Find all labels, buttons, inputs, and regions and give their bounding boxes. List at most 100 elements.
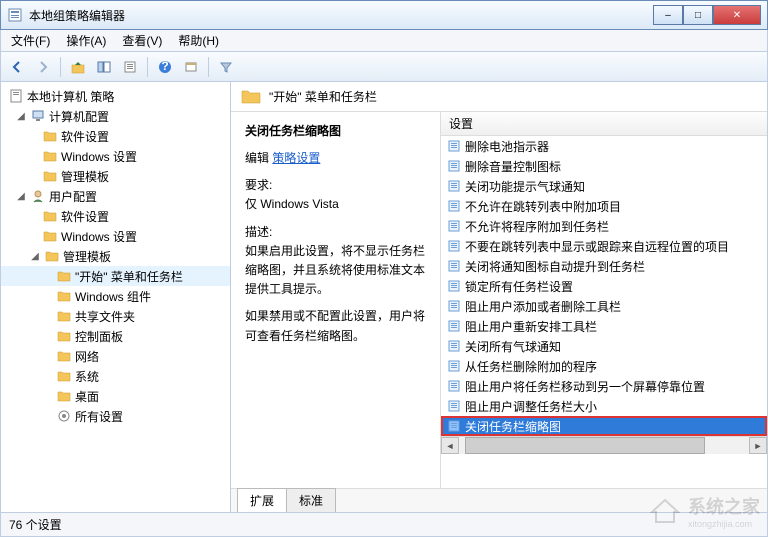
tree-label: 软件设置 bbox=[61, 128, 109, 145]
list-row[interactable]: 不允许在跳转列表中附加项目 bbox=[441, 196, 767, 216]
tree-item[interactable]: 软件设置 bbox=[1, 126, 230, 146]
folder-icon bbox=[44, 249, 60, 263]
settings-list[interactable]: 设置 删除电池指示器删除音量控制图标关闭功能提示气球通知不允许在跳转列表中附加项… bbox=[441, 112, 767, 488]
tree-item[interactable]: 网络 bbox=[1, 346, 230, 366]
tree-label: 网络 bbox=[75, 348, 99, 365]
tree-item[interactable]: 共享文件夹 bbox=[1, 306, 230, 326]
tree-item[interactable]: 控制面板 bbox=[1, 326, 230, 346]
tree-label: 桌面 bbox=[75, 388, 99, 405]
scroll-right-icon[interactable]: ► bbox=[749, 437, 767, 454]
menu-file[interactable]: 文件(F) bbox=[5, 30, 56, 51]
tree-user-config[interactable]: ◢ 用户配置 bbox=[1, 186, 230, 206]
tree-root[interactable]: 本地计算机 策略 bbox=[1, 86, 230, 106]
setting-icon bbox=[447, 259, 461, 273]
menu-help[interactable]: 帮助(H) bbox=[172, 30, 225, 51]
tree-item[interactable]: 管理模板 bbox=[1, 166, 230, 186]
tree-label: Windows 组件 bbox=[75, 288, 151, 305]
menu-view[interactable]: 查看(V) bbox=[116, 30, 168, 51]
toolbar-separator bbox=[147, 57, 148, 77]
list-row-label: 阻止用户重新安排工具栏 bbox=[465, 318, 597, 335]
setting-icon bbox=[447, 319, 461, 333]
tree-item-all-settings[interactable]: 所有设置 bbox=[1, 406, 230, 426]
collapse-icon[interactable]: ◢ bbox=[29, 251, 41, 262]
tree-item-start-taskbar[interactable]: "开始" 菜单和任务栏 bbox=[1, 266, 230, 286]
user-icon bbox=[30, 189, 46, 203]
breadcrumb-title: "开始" 菜单和任务栏 bbox=[269, 88, 377, 105]
breadcrumb: "开始" 菜单和任务栏 bbox=[231, 82, 767, 112]
close-button[interactable]: ✕ bbox=[713, 5, 761, 25]
desc-text-1: 如果启用此设置，将不显示任务栏缩略图，并且系统将使用标准文本提供工具提示。 bbox=[245, 244, 425, 296]
list-header[interactable]: 设置 bbox=[441, 112, 767, 136]
list-row[interactable]: 不允许将程序附加到任务栏 bbox=[441, 216, 767, 236]
tab-standard[interactable]: 标准 bbox=[286, 488, 336, 512]
edit-policy-link[interactable]: 策略设置 bbox=[272, 151, 320, 165]
properties-button[interactable] bbox=[118, 55, 142, 79]
list-row[interactable]: 关闭所有气球通知 bbox=[441, 336, 767, 356]
list-row[interactable]: 阻止用户重新安排工具栏 bbox=[441, 316, 767, 336]
tree-item[interactable]: 系统 bbox=[1, 366, 230, 386]
tree-item[interactable]: Windows 组件 bbox=[1, 286, 230, 306]
list-row-label: 删除音量控制图标 bbox=[465, 158, 561, 175]
tree-item[interactable]: 桌面 bbox=[1, 386, 230, 406]
tree-panel[interactable]: 本地计算机 策略 ◢ 计算机配置 软件设置 Windows 设置 管理模板 ◢ … bbox=[1, 82, 231, 512]
tree-computer-config[interactable]: ◢ 计算机配置 bbox=[1, 106, 230, 126]
tab-extended[interactable]: 扩展 bbox=[237, 488, 287, 512]
scroll-thumb[interactable] bbox=[465, 437, 705, 454]
back-button[interactable] bbox=[5, 55, 29, 79]
list-row[interactable]: 从任务栏删除附加的程序 bbox=[441, 356, 767, 376]
tabs-bar: 扩展 标准 bbox=[231, 488, 767, 512]
maximize-button[interactable]: □ bbox=[683, 5, 713, 25]
folder-icon bbox=[56, 369, 72, 383]
tree-item[interactable]: Windows 设置 bbox=[1, 226, 230, 246]
tree-label: 用户配置 bbox=[49, 188, 97, 205]
tree-label: 系统 bbox=[75, 368, 99, 385]
options-button[interactable] bbox=[179, 55, 203, 79]
tree-label: 所有设置 bbox=[75, 408, 123, 425]
menu-action[interactable]: 操作(A) bbox=[60, 30, 112, 51]
list-row[interactable]: 关闭任务栏缩略图 bbox=[441, 416, 767, 436]
list-row[interactable]: 关闭功能提示气球通知 bbox=[441, 176, 767, 196]
list-row[interactable]: 阻止用户添加或者删除工具栏 bbox=[441, 296, 767, 316]
up-button[interactable] bbox=[66, 55, 90, 79]
list-row-label: 删除电池指示器 bbox=[465, 138, 549, 155]
folder-icon bbox=[56, 289, 72, 303]
setting-icon bbox=[447, 139, 461, 153]
list-row-label: 关闭将通知图标自动提升到任务栏 bbox=[465, 258, 645, 275]
horizontal-scrollbar[interactable]: ◄ ► bbox=[441, 436, 767, 454]
right-pane: "开始" 菜单和任务栏 关闭任务栏缩略图 编辑 策略设置 要求:仅 Window… bbox=[231, 82, 767, 512]
list-row[interactable]: 关闭将通知图标自动提升到任务栏 bbox=[441, 256, 767, 276]
folder-icon bbox=[56, 309, 72, 323]
tree-label: 控制面板 bbox=[75, 328, 123, 345]
tree-label: 软件设置 bbox=[61, 208, 109, 225]
list-row[interactable]: 阻止用户将任务栏移动到另一个屏幕停靠位置 bbox=[441, 376, 767, 396]
collapse-icon[interactable]: ◢ bbox=[15, 191, 27, 202]
forward-button[interactable] bbox=[31, 55, 55, 79]
tree-label: "开始" 菜单和任务栏 bbox=[75, 268, 183, 285]
req-value: 仅 Windows Vista bbox=[245, 197, 339, 211]
setting-icon bbox=[447, 179, 461, 193]
list-row[interactable]: 阻止用户调整任务栏大小 bbox=[441, 396, 767, 416]
tree-item[interactable]: 软件设置 bbox=[1, 206, 230, 226]
list-row[interactable]: 删除电池指示器 bbox=[441, 136, 767, 156]
help-button[interactable]: ? bbox=[153, 55, 177, 79]
setting-icon bbox=[447, 379, 461, 393]
minimize-button[interactable]: – bbox=[653, 5, 683, 25]
setting-icon bbox=[447, 279, 461, 293]
collapse-icon[interactable]: ◢ bbox=[15, 111, 27, 122]
tree-item[interactable]: Windows 设置 bbox=[1, 146, 230, 166]
show-hide-tree-button[interactable] bbox=[92, 55, 116, 79]
scroll-left-icon[interactable]: ◄ bbox=[441, 437, 459, 454]
list-row-label: 不要在跳转列表中显示或跟踪来自远程位置的项目 bbox=[465, 238, 729, 255]
tree-admin-templates[interactable]: ◢管理模板 bbox=[1, 246, 230, 266]
setting-heading: 关闭任务栏缩略图 bbox=[245, 122, 426, 139]
list-row-label: 关闭功能提示气球通知 bbox=[465, 178, 585, 195]
setting-icon bbox=[447, 159, 461, 173]
list-row[interactable]: 删除音量控制图标 bbox=[441, 156, 767, 176]
setting-icon bbox=[447, 339, 461, 353]
list-row[interactable]: 不要在跳转列表中显示或跟踪来自远程位置的项目 bbox=[441, 236, 767, 256]
detail-panel: 关闭任务栏缩略图 编辑 策略设置 要求:仅 Windows Vista 描述:如… bbox=[231, 112, 441, 488]
setting-icon bbox=[447, 219, 461, 233]
filter-button[interactable] bbox=[214, 55, 238, 79]
list-row[interactable]: 锁定所有任务栏设置 bbox=[441, 276, 767, 296]
window-buttons: – □ ✕ bbox=[653, 5, 761, 25]
